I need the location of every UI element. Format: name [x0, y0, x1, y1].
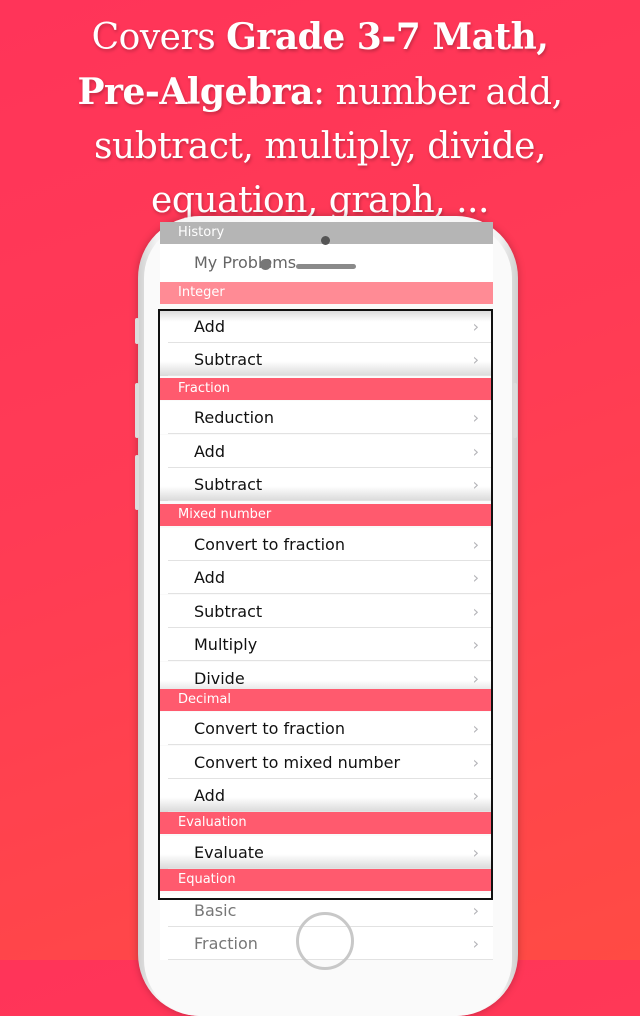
list-item[interactable]: Add ›: [160, 435, 493, 468]
row-separator: [168, 593, 493, 594]
volume-up-button: [135, 383, 139, 438]
list-item[interactable]: Convert to fraction ›: [160, 528, 493, 561]
row-separator: [168, 660, 493, 661]
headline-bold-text: Pre-Algebra: [77, 71, 313, 113]
chevron-right-icon: ›: [472, 719, 479, 738]
front-camera: [260, 259, 271, 270]
list-item-label: Basic: [194, 901, 237, 920]
promo-headline: Covers Grade 3-7 Math, Pre-Algebra: numb…: [0, 10, 640, 228]
category-list[interactable]: History My Problems Integer Add › Subtract › Fr…: [160, 222, 493, 962]
volume-down-button: [135, 455, 139, 510]
list-item[interactable]: Multiply ›: [160, 628, 493, 661]
section-header-decimal: Decimal: [160, 689, 493, 711]
headline-line-3: subtract, multiply, divide,: [94, 126, 546, 167]
chevron-right-icon: ›: [472, 901, 479, 920]
chevron-right-icon: ›: [472, 602, 479, 621]
list-item-label: Subtract: [194, 602, 263, 621]
chevron-right-icon: ›: [472, 475, 479, 494]
row-separator: [168, 500, 493, 501]
headline-text: Covers: [91, 17, 227, 58]
list-item-label: Reduction: [194, 408, 274, 427]
proximity-sensor: [321, 236, 330, 245]
list-item-label: Add: [194, 317, 225, 336]
chevron-right-icon: ›: [472, 535, 479, 554]
chevron-right-icon: ›: [472, 934, 479, 953]
mute-switch: [135, 318, 139, 344]
earpiece-speaker: [296, 264, 356, 269]
chevron-right-icon: ›: [472, 753, 479, 772]
row-separator: [168, 744, 493, 745]
list-item-label: Evaluate: [194, 843, 264, 862]
headline-text: : number add,: [312, 72, 563, 113]
list-item[interactable]: Add ›: [160, 779, 493, 812]
list-item[interactable]: Subtract ›: [160, 468, 493, 501]
chevron-right-icon: ›: [472, 408, 479, 427]
list-item-label: Add: [194, 568, 225, 587]
chevron-right-icon: ›: [472, 843, 479, 862]
headline-line-2: Pre-Algebra: number add,: [0, 65, 640, 120]
list-item[interactable]: Convert to fraction ›: [160, 712, 493, 745]
list-item[interactable]: Convert to mixed number ›: [160, 746, 493, 779]
section-header-integer: Integer: [160, 282, 493, 304]
list-item-label: My Problems: [194, 253, 297, 272]
list-item[interactable]: My Problems: [160, 244, 493, 282]
section-header-evaluation: Evaluation: [160, 812, 493, 834]
section-header-mixed-number: Mixed number: [160, 504, 493, 526]
list-item[interactable]: Add ›: [160, 561, 493, 594]
chevron-right-icon: ›: [472, 635, 479, 654]
chevron-right-icon: ›: [472, 317, 479, 336]
chevron-right-icon: ›: [472, 786, 479, 805]
list-item-label: Subtract: [194, 475, 263, 494]
chevron-right-icon: ›: [472, 350, 479, 369]
list-item[interactable]: Add ›: [160, 310, 493, 343]
list-item-label: Add: [194, 442, 225, 461]
list-item[interactable]: Subtract ›: [160, 595, 493, 628]
headline-line-1: Covers Grade 3-7 Math,: [0, 10, 640, 65]
list-item-label: Add: [194, 786, 225, 805]
list-item-label: Convert to fraction: [194, 719, 345, 738]
row-separator: [168, 375, 493, 376]
row-separator: [168, 433, 493, 434]
list-item-label: Multiply: [194, 635, 258, 654]
chevron-right-icon: ›: [472, 442, 479, 461]
list-item-label: Subtract: [194, 350, 263, 369]
chevron-right-icon: ›: [472, 568, 479, 587]
list-item-label: Fraction: [194, 934, 258, 953]
home-button[interactable]: [296, 912, 354, 970]
list-item-label: Convert to mixed number: [194, 753, 401, 772]
section-header-equation: Equation: [160, 869, 493, 891]
headline-bold-text: Grade 3-7 Math,: [226, 16, 549, 58]
list-item[interactable]: Reduction ›: [160, 401, 493, 434]
list-item[interactable]: Subtract ›: [160, 343, 493, 376]
list-item[interactable]: Evaluate ›: [160, 836, 493, 869]
power-button: [513, 383, 517, 438]
section-header-fraction: Fraction: [160, 378, 493, 400]
list-item-label: Convert to fraction: [194, 535, 345, 554]
